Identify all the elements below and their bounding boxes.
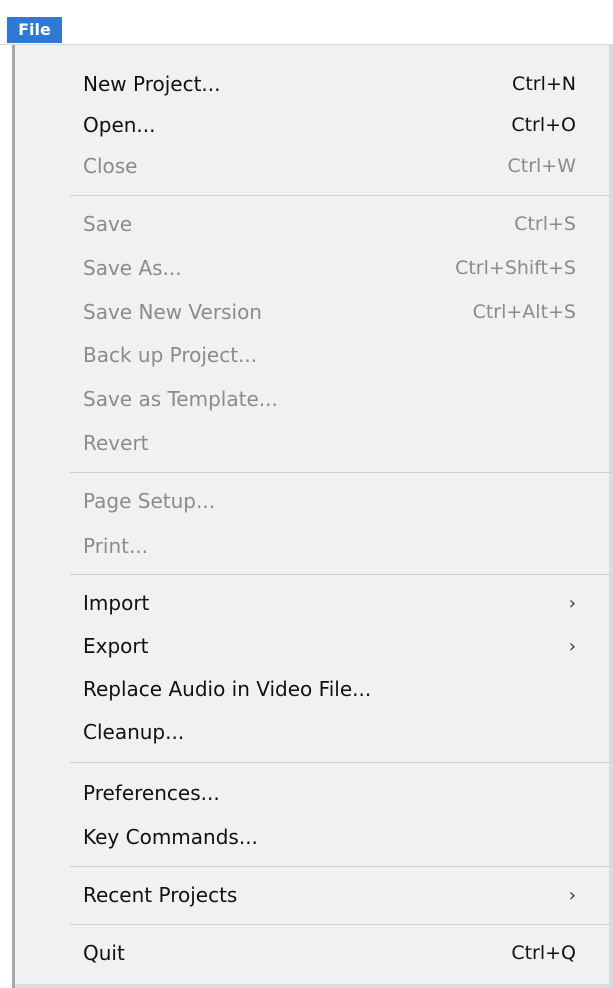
close-label: Close: [83, 154, 138, 178]
open-label: Open...: [83, 113, 156, 137]
close-menu-item: Close Ctrl+W: [31, 145, 592, 187]
print-label: Print...: [83, 534, 149, 558]
menu-separator: [70, 924, 613, 925]
close-shortcut: Ctrl+W: [507, 155, 576, 177]
new-project-shortcut: Ctrl+N: [512, 73, 576, 95]
save-as-template-menu-item: Save as Template...: [31, 378, 592, 420]
revert-label: Revert: [83, 431, 149, 455]
replace-audio-label: Replace Audio in Video File...: [83, 677, 372, 701]
key-commands-label: Key Commands...: [83, 825, 258, 849]
chevron-right-icon: ›: [568, 635, 576, 657]
save-new-version-shortcut: Ctrl+Alt+S: [472, 301, 576, 323]
page-setup-label: Page Setup...: [83, 489, 216, 513]
file-dropdown-menu: New Project... Ctrl+N Open... Ctrl+O Clo…: [12, 45, 613, 988]
export-label: Export: [83, 634, 149, 658]
page-setup-menu-item: Page Setup...: [31, 480, 592, 522]
save-as-menu-item: Save As... Ctrl+Shift+S: [31, 247, 592, 289]
menu-separator: [70, 472, 613, 473]
save-shortcut: Ctrl+S: [514, 213, 576, 235]
file-menu-button[interactable]: File: [7, 17, 62, 43]
chevron-right-icon: ›: [568, 592, 576, 614]
quit-shortcut: Ctrl+Q: [511, 942, 576, 964]
export-menu-item[interactable]: Export ›: [31, 625, 592, 667]
new-project-menu-item[interactable]: New Project... Ctrl+N: [31, 63, 592, 105]
save-new-version-label: Save New Version: [83, 300, 262, 324]
file-menu-screen: File New Project... Ctrl+N Open... Ctrl+…: [0, 0, 613, 988]
menu-separator: [70, 866, 613, 867]
save-as-template-label: Save as Template...: [83, 387, 278, 411]
save-new-version-menu-item: Save New Version Ctrl+Alt+S: [31, 291, 592, 333]
cleanup-menu-item[interactable]: Cleanup...: [31, 711, 592, 753]
import-menu-item[interactable]: Import ›: [31, 582, 592, 624]
quit-menu-item[interactable]: Quit Ctrl+Q: [31, 932, 592, 974]
menu-separator: [70, 762, 613, 763]
save-label: Save: [83, 212, 133, 236]
preferences-label: Preferences...: [83, 781, 220, 805]
replace-audio-menu-item[interactable]: Replace Audio in Video File...: [31, 668, 592, 710]
revert-menu-item: Revert: [31, 422, 592, 464]
menu-separator: [70, 195, 613, 196]
save-as-label: Save As...: [83, 256, 182, 280]
back-up-project-label: Back up Project...: [83, 343, 258, 367]
cleanup-label: Cleanup...: [83, 720, 185, 744]
preferences-menu-item[interactable]: Preferences...: [31, 772, 592, 814]
open-menu-item[interactable]: Open... Ctrl+O: [31, 104, 592, 146]
key-commands-menu-item[interactable]: Key Commands...: [31, 816, 592, 858]
menu-separator: [70, 574, 613, 575]
save-menu-item: Save Ctrl+S: [31, 203, 592, 245]
chevron-right-icon: ›: [568, 884, 576, 906]
save-as-shortcut: Ctrl+Shift+S: [455, 257, 576, 279]
menu-bar: File: [0, 0, 613, 45]
import-label: Import: [83, 591, 150, 615]
recent-projects-label: Recent Projects: [83, 883, 238, 907]
new-project-label: New Project...: [83, 72, 221, 96]
open-shortcut: Ctrl+O: [511, 114, 576, 136]
print-menu-item: Print...: [31, 525, 592, 567]
back-up-project-menu-item: Back up Project...: [31, 334, 592, 376]
quit-label: Quit: [83, 941, 125, 965]
recent-projects-menu-item[interactable]: Recent Projects ›: [31, 874, 592, 916]
